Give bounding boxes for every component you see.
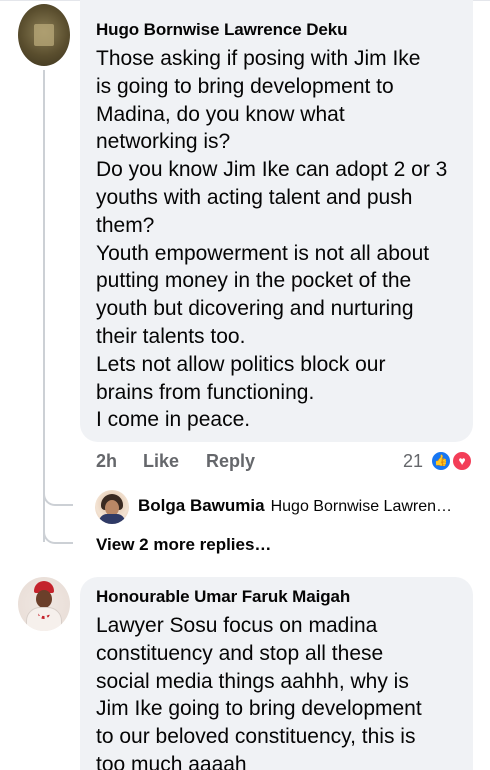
love-icon[interactable]: ♥ xyxy=(451,450,473,472)
view-more-replies-link[interactable]: View 2 more replies… xyxy=(96,535,271,555)
avatar-plaque-image xyxy=(34,24,54,46)
comment-author[interactable]: Hugo Bornwise Lawrence Deku xyxy=(96,20,348,40)
thread-connector-curve xyxy=(43,488,73,506)
like-icon[interactable]: 👍 xyxy=(430,450,452,472)
comment-text: Those asking if posing with Jim Ike is g… xyxy=(96,47,448,432)
like-button[interactable]: Like xyxy=(143,451,179,472)
comment-author[interactable]: Honourable Umar Faruk Maigah xyxy=(96,587,350,607)
thread-connector-line xyxy=(43,70,45,542)
reaction-count[interactable]: 21 xyxy=(403,451,423,472)
reply-avatar[interactable] xyxy=(95,490,129,524)
avatar[interactable] xyxy=(18,4,70,66)
reply-button[interactable]: Reply xyxy=(206,451,255,472)
comment-timestamp[interactable]: 2h xyxy=(96,451,117,472)
avatar[interactable] xyxy=(18,577,70,631)
comment-text: Lawyer Sosu focus on madina constituency… xyxy=(96,614,422,770)
reply-author[interactable]: Bolga Bawumia xyxy=(138,496,265,515)
reply-preview[interactable]: Bolga Bawumia Hugo Bornwise Lawren… xyxy=(138,496,478,516)
thread-connector-curve xyxy=(43,524,73,544)
reply-preview-text[interactable]: Hugo Bornwise Lawren… xyxy=(271,498,452,515)
